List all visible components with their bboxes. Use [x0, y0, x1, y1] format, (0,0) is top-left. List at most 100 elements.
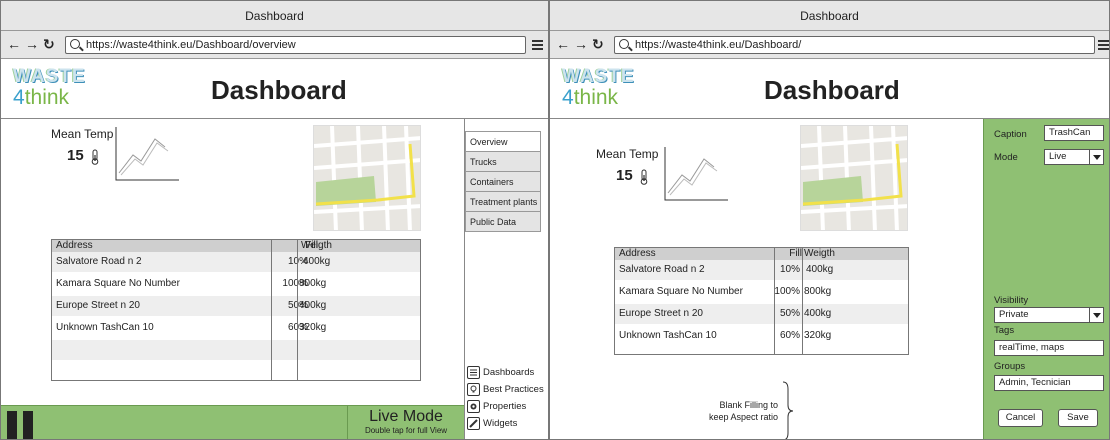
table-row[interactable]: Unknown TashCan 10 60% 320kg [615, 326, 908, 346]
nav-buttons: ←→↻ [7, 36, 59, 53]
url-text: https://waste4think.eu/Dashboard/ [635, 39, 802, 51]
window-title: Dashboard [550, 1, 1109, 31]
tool-label: Dashboards [483, 367, 535, 378]
map-image [801, 126, 907, 230]
waste4think-logo: WASTE 4think [562, 67, 642, 115]
cell-address: Kamara Square No Number [56, 278, 180, 289]
mean-temp-value: 15 [616, 167, 633, 184]
live-mode-title: Live Mode [369, 408, 443, 425]
mode-value: Live [1049, 151, 1067, 162]
tab-containers[interactable]: Containers [465, 172, 541, 192]
cancel-button[interactable]: Cancel [998, 409, 1043, 427]
note-line-1: Blank Filling to [719, 400, 778, 410]
reload-icon[interactable]: ↻ [592, 36, 608, 52]
mode-select[interactable]: Live [1044, 149, 1104, 165]
cell-weight: 320kg [804, 330, 832, 341]
table-row[interactable]: Kamara Square No Number 100% 800kg [615, 282, 908, 302]
tab-list: Overview Trucks Containers Treatment pla… [465, 131, 541, 232]
tab-treatment-plants[interactable]: Treatment plants [465, 192, 541, 212]
url-bar[interactable]: https://waste4think.eu/Dashboard/ [614, 36, 1095, 54]
column-divider [297, 240, 298, 380]
live-mode-panel[interactable]: Live Mode Double tap for full View [347, 406, 464, 439]
temp-sparkline-chart [115, 127, 179, 181]
col-address: Address [56, 240, 93, 251]
tags-label: Tags [994, 325, 1015, 336]
groups-label: Groups [994, 361, 1026, 372]
url-bar[interactable]: https://waste4think.eu/Dashboard/overvie… [65, 36, 526, 54]
bins-table: Address Fill Weigth Salvatore Road n 2 1… [51, 239, 421, 381]
cell-address: Europe Street n 20 [619, 308, 703, 319]
url-text: https://waste4think.eu/Dashboard/overvie… [86, 39, 296, 51]
caption-input[interactable]: TrashCan [1044, 125, 1104, 141]
thermometer-icon [640, 169, 648, 185]
save-button[interactable]: Save [1058, 409, 1098, 427]
reload-icon[interactable]: ↻ [43, 36, 59, 52]
pause-icon[interactable] [7, 411, 35, 439]
mean-temp-label: Mean Temp [51, 127, 114, 141]
back-arrow-icon[interactable]: ← [7, 36, 25, 52]
cell-address: Europe Street n 20 [56, 300, 140, 311]
cell-weight: 800kg [804, 286, 832, 297]
cell-weight: 400kg [299, 300, 327, 311]
column-divider [774, 248, 775, 354]
cell-address: Unknown TashCan 10 [619, 330, 717, 341]
cell-weight: 400kg [806, 264, 834, 275]
table-row[interactable]: Salvatore Road n 2 10% 400kg [615, 260, 908, 280]
tool-label: Best Practices [483, 384, 544, 395]
thermometer-icon [91, 149, 99, 165]
tool-widgets[interactable]: Widgets [467, 416, 517, 432]
mode-label: Mode [994, 152, 1018, 163]
hamburger-menu-icon[interactable] [1098, 40, 1109, 52]
logo-number: 4 [13, 86, 25, 109]
visibility-select[interactable]: Private [994, 307, 1104, 323]
cell-fill: 50% [779, 308, 800, 319]
tool-properties[interactable]: Properties [467, 399, 526, 415]
list-icon [467, 365, 480, 379]
col-fill: Fill [789, 248, 802, 259]
chevron-down-icon[interactable] [1089, 150, 1103, 164]
window-title: Dashboard [1, 1, 548, 31]
table-row[interactable]: Kamara Square No Number 100% 800kg [52, 274, 420, 294]
lightbulb-icon [467, 382, 480, 396]
caption-label: Caption [994, 129, 1027, 140]
back-arrow-icon[interactable]: ← [556, 36, 574, 52]
tab-public-data[interactable]: Public Data [465, 212, 541, 232]
cell-address: Salvatore Road n 2 [619, 264, 705, 275]
tab-trucks[interactable]: Trucks [465, 152, 541, 172]
temp-sparkline-chart [664, 147, 728, 201]
search-icon [619, 39, 629, 49]
hamburger-menu-icon[interactable] [532, 40, 543, 52]
tool-dashboards[interactable]: Dashboards [467, 365, 534, 381]
logo-number: 4 [562, 86, 574, 109]
table-row[interactable]: Europe Street n 20 50% 400kg [615, 304, 908, 324]
forward-arrow-icon[interactable]: → [574, 36, 592, 52]
chevron-down-icon[interactable] [1089, 308, 1103, 322]
tags-input[interactable]: realTime, maps [994, 340, 1104, 356]
curly-brace-icon [782, 381, 794, 439]
nav-buttons: ←→↻ [556, 36, 608, 53]
groups-input[interactable]: Admin, Tecnician [994, 375, 1104, 391]
map-widget[interactable] [800, 125, 908, 231]
table-header: Address Fill Weigth [615, 248, 908, 260]
table-row[interactable]: Unknown TashCan 10 60% 320kg [52, 318, 420, 338]
mean-temp-label: Mean Temp [596, 147, 659, 161]
gear-icon [467, 399, 480, 413]
table-row[interactable]: Salvatore Road n 2 10% 400kg [52, 252, 420, 272]
properties-panel: Caption TrashCan Mode Live Visibility Pr… [983, 119, 1109, 439]
forward-arrow-icon[interactable]: → [25, 36, 43, 52]
column-divider [802, 248, 803, 354]
logo-think-text: think [573, 86, 619, 109]
tool-label: Properties [483, 401, 527, 412]
tool-best-practices[interactable]: Best Practices [467, 382, 544, 398]
page-title: Dashboard [764, 75, 900, 105]
map-widget[interactable] [313, 125, 421, 231]
visibility-label: Visibility [994, 295, 1029, 306]
tool-label: Widgets [483, 418, 518, 429]
cell-weight: 400kg [804, 308, 832, 319]
pencil-icon [467, 416, 480, 430]
table-row[interactable]: Europe Street n 20 50% 400kg [52, 296, 420, 316]
page-header: WASTE 4think Dashboard [1, 61, 548, 119]
table-header: Address Fill Weigth [52, 240, 420, 252]
tab-overview[interactable]: Overview [465, 131, 541, 152]
cell-address: Kamara Square No Number [619, 286, 743, 297]
